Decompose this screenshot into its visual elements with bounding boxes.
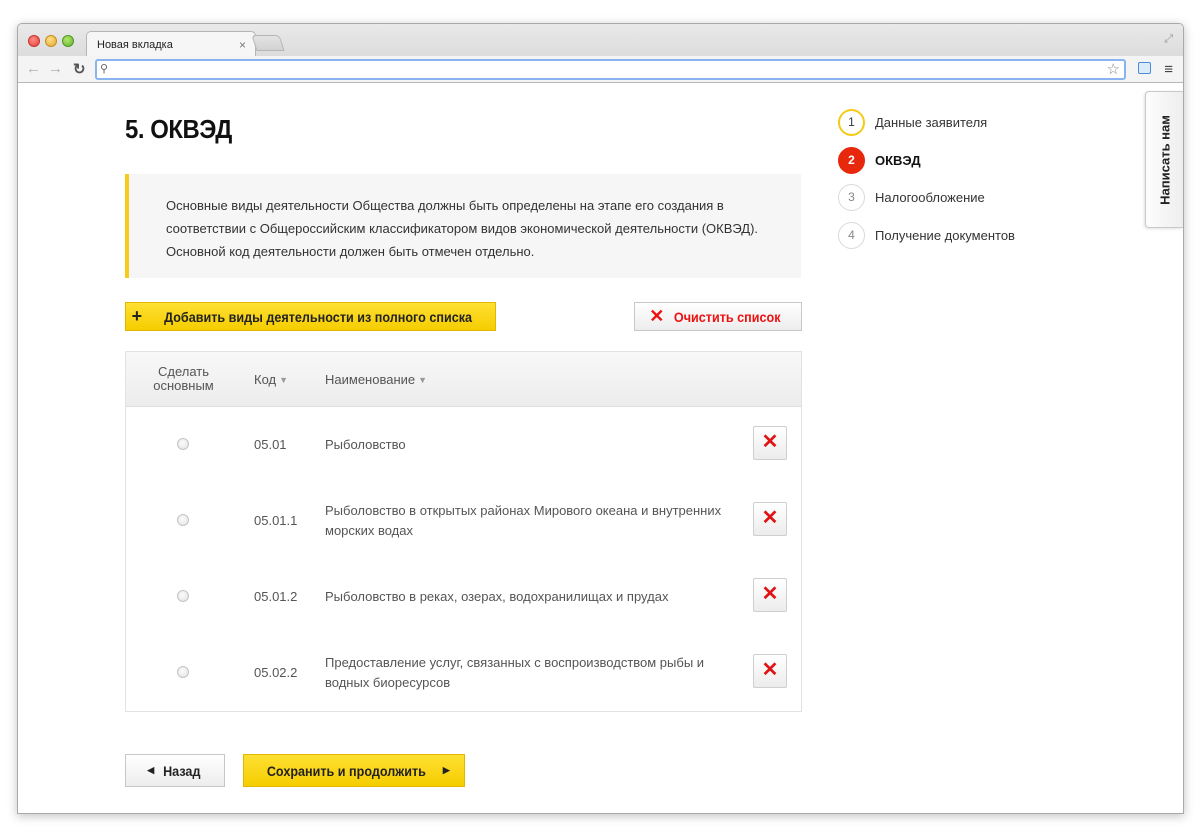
row-name: Предоставление услуг, связанных с воспро… [325, 655, 705, 690]
back-label: Назад [163, 762, 201, 779]
zoom-window-icon[interactable] [62, 35, 74, 47]
feedback-tab[interactable]: Написать нам [1145, 91, 1183, 228]
save-continue-button[interactable]: Сохранить и продолжить ▶ [243, 754, 465, 787]
row-code: 05.01.2 [254, 589, 298, 604]
new-tab-button[interactable] [251, 35, 285, 51]
table-row: 05.01.2 Рыболовство в реках, озерах, вод… [126, 559, 801, 635]
delete-row-button[interactable]: ✕ [753, 578, 787, 612]
back-arrow-icon[interactable]: ← [26, 60, 41, 77]
minimize-window-icon[interactable] [45, 35, 57, 47]
clear-list-button[interactable]: ✕ Очистить список [634, 302, 802, 331]
search-icon: ⚲ [100, 63, 109, 75]
table-row: 05.01.1 Рыболовство в открытых районах М… [126, 483, 801, 559]
step-item-applicant[interactable]: 1 Данные заявителя [838, 109, 1058, 137]
tab-close-icon[interactable]: × [239, 38, 246, 52]
reload-icon[interactable]: ↻ [73, 60, 86, 78]
delete-row-button[interactable]: ✕ [753, 502, 787, 536]
sort-down-icon: ▼ [279, 375, 289, 385]
feedback-tab-label: Написать нам [1157, 114, 1172, 205]
page-content: 5. ОКВЭД Основные виды деятельности Обще… [18, 84, 1183, 813]
close-icon: ✕ [761, 659, 779, 681]
step-number: 4 [838, 222, 865, 249]
fullscreen-icon[interactable]: ⤢ [1164, 33, 1173, 46]
step-number: 1 [838, 109, 865, 136]
tab-strip: Новая вкладка × ⤢ [18, 24, 1183, 57]
table-header: Сделать основным Код ▼ Наименование ▼ [126, 352, 801, 407]
close-icon: ✕ [649, 306, 665, 326]
add-activities-button[interactable]: + Добавить виды деятельности из полного … [125, 302, 496, 331]
back-button[interactable]: ◀ Назад [125, 754, 225, 787]
step-item-taxation[interactable]: 3 Налогообложение [838, 184, 1058, 212]
close-icon: ✕ [761, 507, 779, 529]
plus-icon: + [131, 306, 143, 326]
step-item-okved[interactable]: 2 ОКВЭД [838, 147, 1058, 175]
save-continue-label: Сохранить и продолжить [267, 762, 427, 779]
column-header-code[interactable]: Код ▼ [254, 372, 288, 387]
tab-title: Новая вкладка [97, 39, 173, 51]
clear-list-label: Очистить список [674, 308, 781, 325]
address-bar[interactable]: ⚲ ☆ [95, 59, 1126, 80]
step-number: 2 [838, 147, 865, 174]
browser-window: Новая вкладка × ⤢ ← → ↻ ⚲ ☆ ≡ 5. ОКВЭД О… [17, 23, 1184, 814]
make-main-radio[interactable] [177, 666, 189, 678]
step-label: Данные заявителя [875, 115, 988, 130]
make-main-radio[interactable] [177, 590, 189, 602]
step-label: Получение документов [875, 228, 1015, 243]
column-header-code-label: Код [254, 372, 277, 387]
address-input[interactable] [115, 61, 1095, 78]
make-main-radio[interactable] [177, 438, 189, 450]
row-name: Рыболовство в реках, озерах, водохранили… [325, 589, 669, 604]
row-name: Рыболовство в открытых районах Мирового … [325, 503, 722, 538]
delete-row-button[interactable]: ✕ [753, 654, 787, 688]
page-title: 5. ОКВЭД [125, 114, 232, 144]
row-name: Рыболовство [325, 437, 406, 452]
star-icon[interactable]: ☆ [1107, 60, 1120, 78]
make-main-radio[interactable] [177, 514, 189, 526]
close-icon: ✕ [761, 431, 779, 453]
close-icon: ✕ [761, 583, 779, 605]
close-window-icon[interactable] [28, 35, 40, 47]
column-header-main: Сделать основным [153, 364, 214, 393]
row-code: 05.01 [254, 437, 287, 452]
chevron-right-icon: ▶ [442, 765, 450, 775]
step-item-documents[interactable]: 4 Получение документов [838, 222, 1058, 250]
chevron-left-icon: ◀ [147, 765, 155, 775]
row-code: 05.02.2 [254, 665, 298, 680]
table-row: 05.01 Рыболовство ✕ [126, 407, 801, 483]
step-number: 3 [838, 184, 865, 211]
column-header-name[interactable]: Наименование ▼ [325, 372, 427, 387]
browser-toolbar: ← → ↻ ⚲ ☆ ≡ [18, 56, 1183, 83]
menu-icon[interactable]: ≡ [1164, 61, 1173, 78]
table-row: 05.02.2 Предоставление услуг, связанных … [126, 635, 801, 711]
delete-row-button[interactable]: ✕ [753, 426, 787, 460]
info-box: Основные виды деятельности Общества долж… [125, 174, 801, 278]
add-activities-label: Добавить виды деятельности из полного сп… [164, 308, 473, 325]
row-code: 05.01.1 [254, 513, 298, 528]
column-header-name-label: Наименование [325, 372, 416, 387]
sort-down-icon: ▼ [418, 375, 428, 385]
extension-icon[interactable] [1138, 62, 1151, 74]
step-label: Налогообложение [875, 190, 985, 205]
activities-table: Сделать основным Код ▼ Наименование ▼ 05.0… [125, 351, 802, 712]
forward-arrow-icon[interactable]: → [48, 60, 63, 77]
info-text: Основные виды деятельности Общества долж… [166, 198, 759, 259]
browser-tab[interactable]: Новая вкладка × [86, 31, 256, 57]
step-label: ОКВЭД [875, 153, 921, 168]
